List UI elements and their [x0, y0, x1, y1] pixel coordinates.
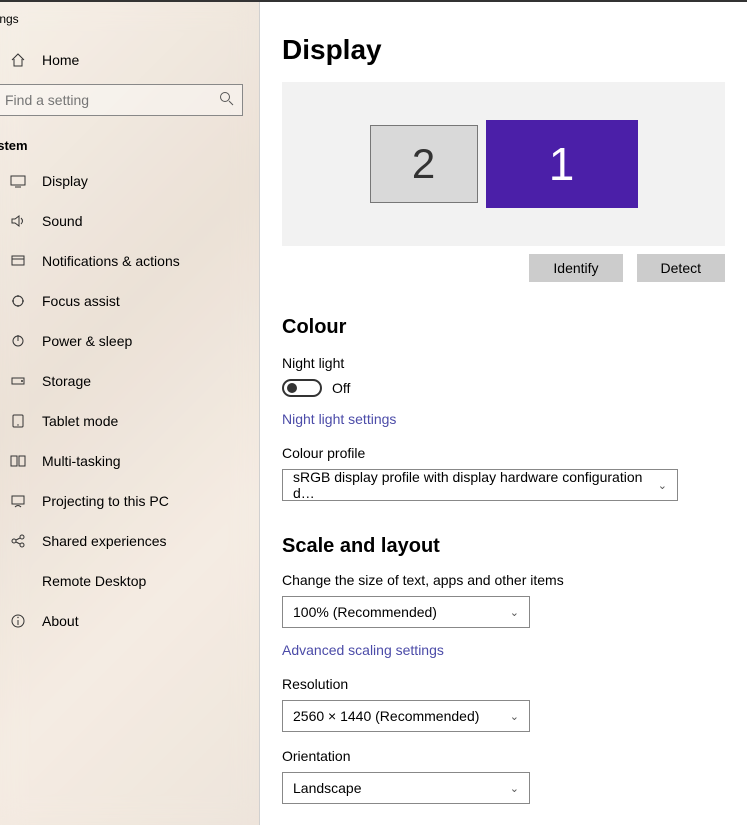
sidebar-item-shared[interactable]: Shared experiences	[0, 521, 259, 561]
monitor-arrangement[interactable]: 2 1	[282, 82, 725, 246]
sidebar-item-label: Shared experiences	[42, 533, 167, 549]
sidebar-item-power[interactable]: Power & sleep	[0, 321, 259, 361]
orientation-select[interactable]: Landscape ⌄	[282, 772, 530, 804]
sidebar-section-system: ystem	[0, 116, 259, 161]
storage-icon	[10, 373, 26, 389]
resolution-label: Resolution	[282, 676, 725, 692]
advanced-scaling-link[interactable]: Advanced scaling settings	[282, 642, 444, 658]
notifications-icon	[10, 253, 26, 269]
sidebar-item-label: Display	[42, 173, 88, 189]
home-link[interactable]: Home	[0, 42, 259, 84]
text-size-label: Change the size of text, apps and other …	[282, 572, 725, 588]
display-icon	[10, 173, 26, 189]
sidebar-item-focus-assist[interactable]: Focus assist	[0, 281, 259, 321]
night-light-settings-link[interactable]: Night light settings	[282, 411, 396, 427]
tablet-icon	[10, 413, 26, 429]
sidebar-item-label: Sound	[42, 213, 82, 229]
chevron-down-icon: ⌄	[658, 479, 667, 492]
monitor-1[interactable]: 1	[486, 120, 638, 208]
chevron-down-icon: ⌄	[510, 710, 519, 723]
night-light-toggle[interactable]	[282, 379, 322, 397]
search-wrap	[0, 84, 259, 116]
sidebar-item-label: About	[42, 613, 79, 629]
sidebar-item-sound[interactable]: Sound	[0, 201, 259, 241]
colour-profile-value: sRGB display profile with display hardwa…	[293, 469, 658, 501]
sound-icon	[10, 213, 26, 229]
identify-button[interactable]: Identify	[529, 254, 622, 282]
page-title: Display	[282, 34, 725, 66]
home-icon	[10, 52, 26, 68]
sidebar-item-storage[interactable]: Storage	[0, 361, 259, 401]
sidebar-item-display[interactable]: Display	[0, 161, 259, 201]
sidebar-item-label: Multi-tasking	[42, 453, 121, 469]
main-content: Display 2 1 Identify Detect Colour Night…	[260, 2, 747, 825]
detect-button[interactable]: Detect	[637, 254, 725, 282]
sidebar-item-label: Projecting to this PC	[42, 493, 169, 509]
sidebar-item-label: Power & sleep	[42, 333, 132, 349]
home-label: Home	[42, 52, 79, 68]
sidebar-item-notifications[interactable]: Notifications & actions	[0, 241, 259, 281]
sidebar-item-label: Storage	[42, 373, 91, 389]
resolution-select[interactable]: 2560 × 1440 (Recommended) ⌄	[282, 700, 530, 732]
night-light-label: Night light	[282, 355, 725, 371]
power-icon	[10, 333, 26, 349]
sidebar-item-about[interactable]: About	[0, 601, 259, 641]
chevron-down-icon: ⌄	[510, 606, 519, 619]
resolution-value: 2560 × 1440 (Recommended)	[293, 708, 479, 724]
sidebar-item-tablet[interactable]: Tablet mode	[0, 401, 259, 441]
multitasking-icon	[10, 453, 26, 469]
remote-icon	[10, 573, 26, 589]
window-title: ttings	[0, 8, 259, 42]
orientation-label: Orientation	[282, 748, 725, 764]
colour-profile-select[interactable]: sRGB display profile with display hardwa…	[282, 469, 678, 501]
sidebar-item-label: Focus assist	[42, 293, 120, 309]
sidebar-item-label: Notifications & actions	[42, 253, 180, 269]
sidebar-item-projecting[interactable]: Projecting to this PC	[0, 481, 259, 521]
sidebar-item-remote[interactable]: Remote Desktop	[0, 561, 259, 601]
colour-heading: Colour	[282, 316, 725, 339]
about-icon	[10, 613, 26, 629]
colour-profile-label: Colour profile	[282, 445, 725, 461]
monitor-2[interactable]: 2	[370, 125, 478, 203]
chevron-down-icon: ⌄	[510, 782, 519, 795]
projecting-icon	[10, 493, 26, 509]
shared-icon	[10, 533, 26, 549]
sidebar-item-multitasking[interactable]: Multi-tasking	[0, 441, 259, 481]
text-size-value: 100% (Recommended)	[293, 604, 437, 620]
orientation-value: Landscape	[293, 780, 362, 796]
sidebar-item-label: Tablet mode	[42, 413, 118, 429]
sidebar-item-label: Remote Desktop	[42, 573, 146, 589]
sidebar: ttings Home ystem Display Sound Notifica…	[0, 2, 260, 825]
text-size-select[interactable]: 100% (Recommended) ⌄	[282, 596, 530, 628]
night-light-state: Off	[332, 380, 350, 396]
focus-icon	[10, 293, 26, 309]
scale-heading: Scale and layout	[282, 535, 725, 558]
search-input[interactable]	[0, 84, 243, 116]
